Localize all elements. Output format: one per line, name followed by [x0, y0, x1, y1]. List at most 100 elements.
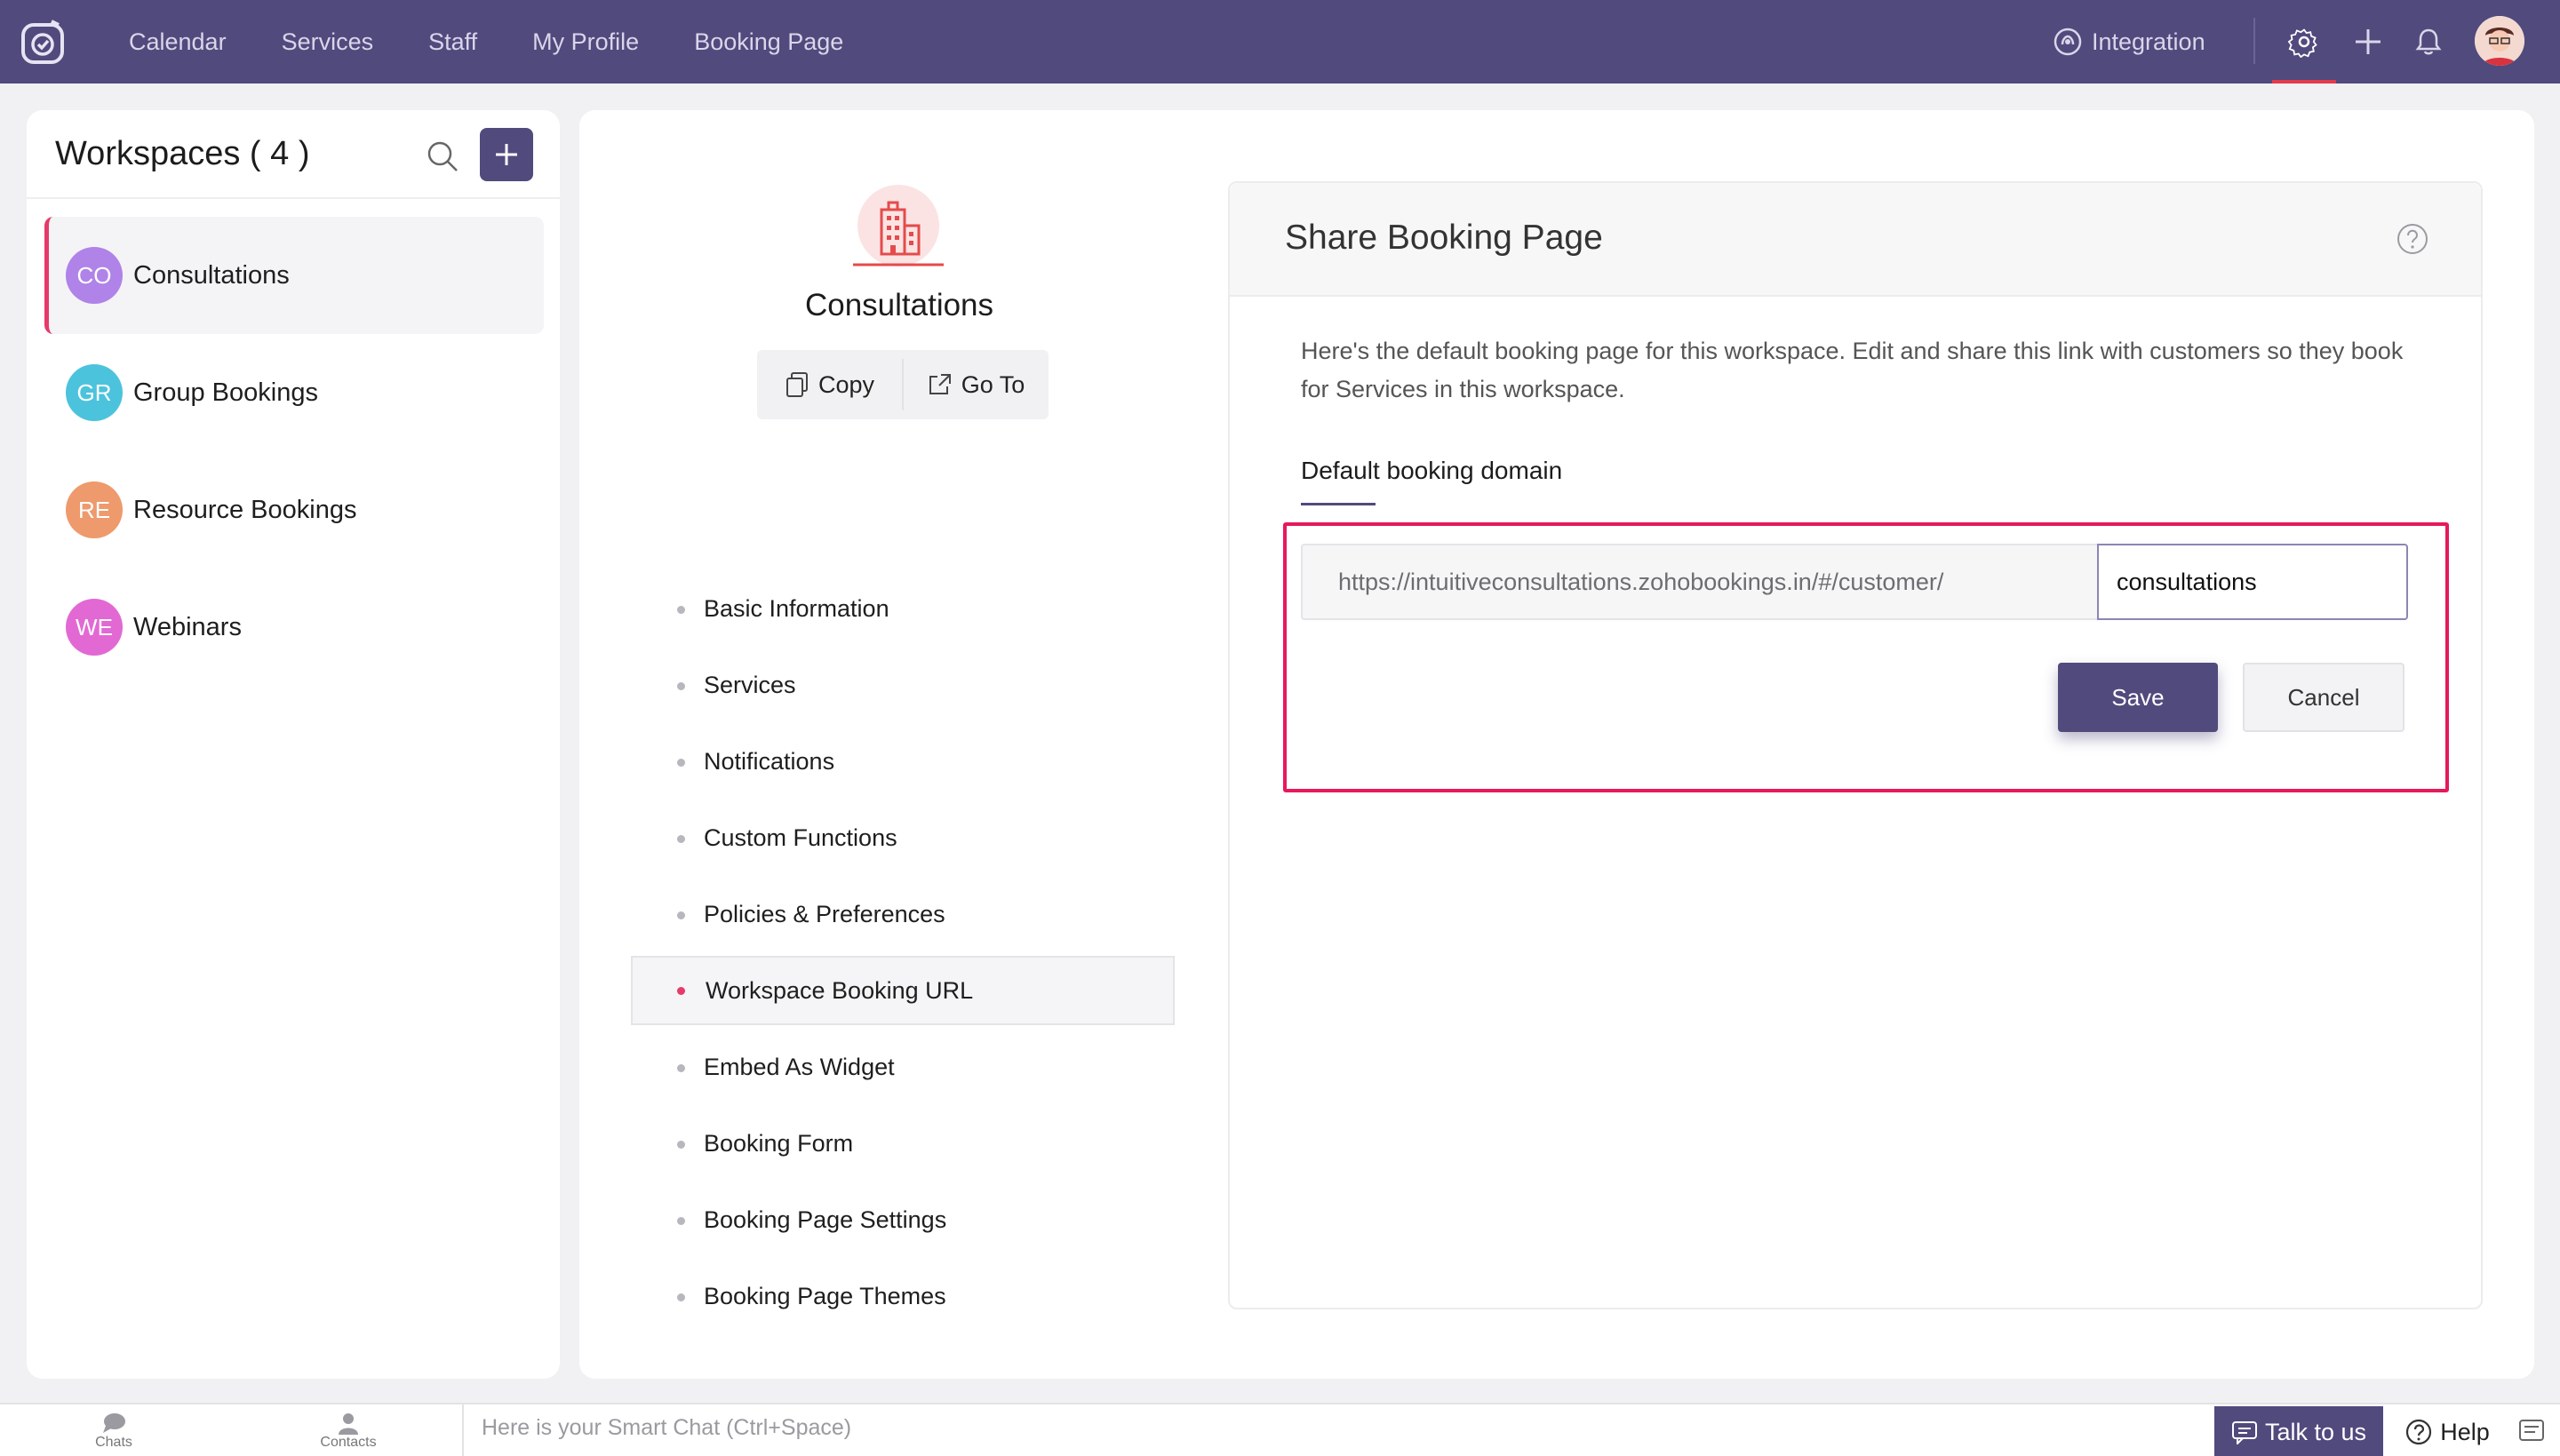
workspace-item-resource-bookings[interactable]: RE Resource Bookings — [44, 451, 544, 569]
menu-booking-form[interactable]: Booking Form — [631, 1105, 1175, 1182]
default-domain-tab[interactable]: Default booking domain — [1301, 457, 1562, 485]
notifications-button[interactable] — [2406, 20, 2451, 64]
menu-bullet — [677, 911, 685, 919]
copy-label: Copy — [817, 370, 875, 398]
workspace-item-group-bookings[interactable]: GR Group Bookings — [44, 334, 544, 451]
chat-icon — [2231, 1421, 2257, 1444]
save-button[interactable]: Save — [2058, 663, 2218, 732]
workspace-label: Webinars — [133, 612, 242, 641]
workspace-label: Resource Bookings — [133, 495, 357, 524]
contacts-button[interactable]: Contacts — [297, 1404, 400, 1456]
integration-label: Integration — [2092, 28, 2205, 55]
workspace-list: CO Consultations GR Group Bookings RE Re… — [44, 217, 544, 686]
nav-divider — [2253, 18, 2255, 64]
workspace-settings-menu: Basic Information Services Notifications… — [631, 570, 1175, 1334]
menu-label: Workspace Booking URL — [706, 976, 974, 1004]
go-to-label: Go To — [961, 370, 1025, 398]
tab-underline — [1301, 503, 1376, 505]
menu-label: Policies & Preferences — [704, 900, 945, 927]
add-workspace-button[interactable] — [480, 128, 533, 181]
user-avatar-icon — [2475, 16, 2524, 66]
help-icon — [2406, 1419, 2432, 1445]
plus-icon — [496, 144, 517, 165]
copy-goto-group: Copy Go To — [757, 350, 1049, 419]
booking-url-slug-input[interactable] — [2097, 544, 2408, 620]
menu-bullet — [677, 1064, 685, 1072]
help-label: Help — [2440, 1418, 2490, 1445]
integration-icon — [2054, 28, 2082, 56]
bell-icon — [2415, 28, 2442, 55]
user-avatar[interactable] — [2475, 16, 2524, 66]
workspace-settings-panel: Consultations Copy Go To Basic Informati… — [579, 110, 2534, 1379]
menu-notifications[interactable]: Notifications — [631, 723, 1175, 800]
help-link[interactable]: Help — [2394, 1406, 2500, 1456]
chats-label: Chats — [95, 1435, 132, 1450]
search-icon — [427, 141, 458, 171]
menu-booking-page-themes[interactable]: Booking Page Themes — [631, 1258, 1175, 1334]
smart-chat-input[interactable]: Here is your Smart Chat (Ctrl+Space) — [482, 1415, 851, 1441]
bottom-divider — [462, 1404, 464, 1456]
top-navigation-bar: Calendar Services Staff My Profile Booki… — [0, 0, 2560, 84]
plus-icon — [2356, 29, 2381, 54]
menu-label: Basic Information — [704, 594, 889, 622]
menu-label: Booking Page Themes — [704, 1282, 946, 1309]
nav-my-profile[interactable]: My Profile — [532, 28, 639, 56]
help-button[interactable] — [2396, 222, 2429, 256]
menu-embed-as-widget[interactable]: Embed As Widget — [631, 1029, 1175, 1105]
feedback-icon — [2519, 1420, 2544, 1441]
menu-basic-information[interactable]: Basic Information — [631, 570, 1175, 647]
workspace-name: Consultations — [804, 288, 994, 322]
menu-bullet — [677, 835, 685, 843]
copy-button[interactable]: Copy — [757, 350, 902, 419]
workspace-avatar: GR — [66, 364, 123, 421]
menu-bullet — [677, 606, 685, 614]
workspace-search-button[interactable] — [423, 137, 462, 176]
chat-bubble-icon — [103, 1413, 125, 1433]
workspace-avatar: WE — [66, 599, 123, 656]
bottom-bar: Chats Contacts Here is your Smart Chat (… — [0, 1403, 2560, 1456]
workspace-avatar: CO — [66, 247, 123, 304]
share-booking-page-card: Share Booking Page Here's the default bo… — [1228, 181, 2483, 1309]
menu-booking-page-settings[interactable]: Booking Page Settings — [631, 1182, 1175, 1258]
question-circle-icon — [2397, 224, 2428, 254]
share-description: Here's the default booking page for this… — [1301, 338, 2404, 402]
menu-bullet-active — [677, 987, 685, 995]
menu-bullet — [677, 759, 685, 767]
workspace-avatar: RE — [66, 481, 123, 538]
contact-person-icon — [339, 1413, 358, 1435]
talk-to-us-label: Talk to us — [2264, 1418, 2367, 1445]
menu-bullet — [677, 1141, 685, 1149]
gear-icon — [2288, 28, 2317, 58]
menu-label: Services — [704, 671, 796, 698]
menu-custom-functions[interactable]: Custom Functions — [631, 800, 1175, 876]
building-icon — [851, 185, 945, 270]
workspace-label: Consultations — [133, 260, 290, 290]
settings-button[interactable] — [2272, 0, 2336, 84]
integration-link[interactable]: Integration — [2053, 21, 2205, 62]
cancel-button[interactable]: Cancel — [2243, 663, 2404, 732]
chats-button[interactable]: Chats — [62, 1404, 165, 1456]
menu-workspace-booking-url[interactable]: Workspace Booking URL — [631, 956, 1175, 1025]
menu-label: Booking Form — [704, 1129, 854, 1157]
go-to-button[interactable]: Go To — [904, 350, 1049, 419]
nav-services[interactable]: Services — [282, 28, 374, 56]
nav-calendar[interactable]: Calendar — [129, 28, 227, 56]
workspace-item-webinars[interactable]: WE Webinars — [44, 569, 544, 686]
create-new-button[interactable] — [2346, 20, 2390, 64]
workspace-item-consultations[interactable]: CO Consultations — [44, 217, 544, 334]
workspaces-panel: Workspaces ( 4 ) CO Consultations GR Gro… — [27, 110, 560, 1379]
nav-staff[interactable]: Staff — [428, 28, 477, 56]
app-logo-icon[interactable] — [20, 18, 68, 66]
menu-policies-preferences[interactable]: Policies & Preferences — [631, 876, 1175, 952]
menu-label: Booking Page Settings — [704, 1205, 947, 1233]
copy-icon — [786, 372, 808, 397]
talk-to-us-button[interactable]: Talk to us — [2214, 1406, 2383, 1456]
card-title: Share Booking Page — [1285, 219, 1603, 257]
main-nav: Calendar Services Staff My Profile Booki… — [129, 0, 898, 84]
menu-services[interactable]: Services — [631, 647, 1175, 723]
menu-bullet — [677, 682, 685, 690]
feedback-button[interactable] — [2515, 1413, 2550, 1449]
external-link-icon — [929, 374, 951, 394]
panel-divider — [27, 197, 560, 199]
nav-booking-page[interactable]: Booking Page — [694, 28, 843, 56]
